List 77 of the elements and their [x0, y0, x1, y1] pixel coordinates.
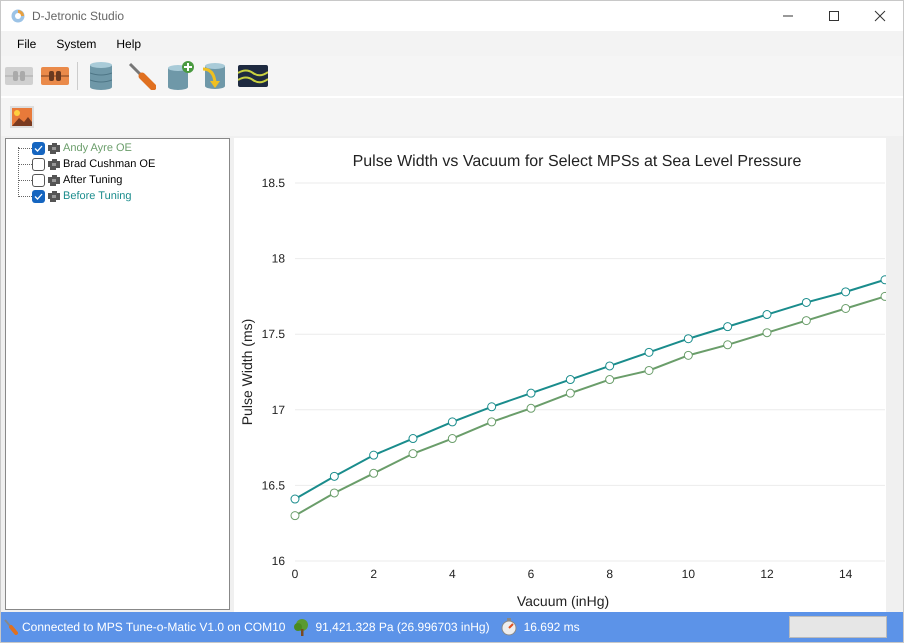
x-axis-title: Vacuum (inHg) [516, 593, 610, 609]
chart-title: Pulse Width vs Vacuum for Select MPSs at Sea Level Pressure [352, 153, 802, 170]
data-point [330, 488, 339, 498]
engine-icon [47, 157, 61, 171]
close-icon[interactable] [874, 10, 886, 22]
y-tick-label: 17.5 [262, 327, 285, 342]
menu-item[interactable]: Help [107, 34, 150, 52]
data-point [290, 511, 300, 520]
x-tick-label: 12 [760, 567, 774, 581]
tree-item-label[interactable]: Before Tuning [63, 188, 132, 204]
data-point [841, 287, 850, 296]
database-icon[interactable] [90, 62, 112, 90]
menu-item[interactable]: File [8, 34, 46, 52]
data-point [408, 449, 418, 458]
window-title: D-Jetronic Studio [32, 8, 124, 25]
engine-icon [47, 173, 61, 187]
maximize-icon[interactable] [828, 10, 840, 22]
x-tick-label: 14 [838, 567, 852, 581]
x-tick-label: 2 [370, 567, 377, 581]
waveform-icon[interactable] [238, 65, 268, 87]
screwdriver-icon [4, 619, 18, 635]
y-tick-label: 17 [272, 402, 285, 417]
data-point [487, 402, 496, 412]
y-tick-label: 18.5 [262, 176, 285, 190]
engine-icon [47, 141, 61, 155]
image-icon[interactable] [9, 105, 35, 129]
x-tick-label: 10 [682, 567, 696, 581]
x-tick-label: 0 [292, 567, 298, 581]
data-point [408, 434, 418, 444]
checkbox[interactable] [32, 158, 45, 170]
data-point [723, 340, 732, 350]
x-tick-label: 8 [606, 567, 613, 581]
data-point [802, 298, 811, 307]
app-logo-icon [11, 9, 25, 23]
connection-status: Connected to MPS Tune-o-Matic V1.0 on COM10 [22, 619, 286, 636]
data-point [841, 304, 850, 313]
y-tick-label: 16.5 [262, 478, 285, 492]
tree-item-label[interactable]: Brad Cushman OE [63, 156, 156, 172]
data-point [644, 348, 654, 357]
data-point [605, 375, 614, 384]
data-point [762, 328, 772, 338]
data-point [369, 450, 378, 460]
stopwatch-icon [500, 618, 518, 636]
x-tick-label: 4 [449, 567, 456, 581]
plug-icon[interactable] [41, 65, 69, 87]
engine-icon [47, 189, 61, 203]
menu-item[interactable]: System [47, 34, 106, 52]
y-tick-label: 16 [272, 554, 285, 568]
tree-item-label[interactable]: After Tuning [63, 172, 122, 188]
data-point [526, 404, 536, 413]
checkbox[interactable] [32, 190, 45, 202]
database-plus-icon[interactable] [168, 61, 194, 91]
checkbox[interactable] [32, 174, 45, 186]
checkbox[interactable] [32, 142, 45, 154]
data-point [448, 434, 457, 444]
pressure-reading: 91,421.328 Pa (26.996703 inHg) [315, 619, 490, 636]
data-point [566, 375, 575, 384]
data-point [762, 310, 772, 320]
data-point [723, 322, 732, 332]
data-point [684, 334, 693, 344]
data-point [487, 417, 496, 426]
data-point [802, 316, 811, 326]
data-point [644, 366, 654, 375]
data-point [684, 350, 693, 360]
pulse-reading: 16.692 ms [524, 619, 580, 636]
data-point [605, 361, 614, 370]
screwdriver-icon[interactable] [128, 62, 156, 90]
y-axis-title: Pulse Width (ms) [239, 318, 255, 426]
data-point [526, 388, 536, 398]
data-point [566, 388, 575, 398]
database-arrow-icon[interactable] [202, 61, 226, 91]
data-point [330, 472, 339, 481]
data-point [290, 494, 300, 504]
data-point [448, 417, 457, 426]
data-point [369, 468, 378, 478]
x-tick-label: 6 [528, 567, 534, 581]
y-tick-label: 18 [272, 252, 285, 266]
